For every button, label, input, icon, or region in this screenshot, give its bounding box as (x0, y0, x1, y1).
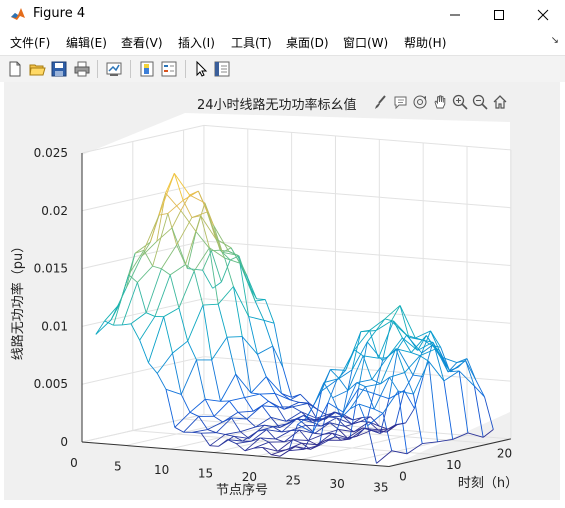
menu-help[interactable]: 帮助(H) (404, 34, 446, 51)
figure-toolbar (0, 55, 565, 82)
link-plot-icon[interactable] (105, 60, 123, 78)
edit-plot-arrow-icon[interactable] (192, 60, 210, 78)
menu-edit[interactable]: 编辑(E) (66, 34, 107, 51)
data-tips-icon[interactable] (392, 94, 408, 110)
zoom-in-icon[interactable] (452, 94, 468, 110)
menu-view[interactable]: 查看(V) (121, 34, 163, 51)
toolbar-separator (130, 60, 131, 78)
menu-file[interactable]: 文件(F) (10, 34, 50, 51)
matlab-logo-icon (10, 6, 26, 22)
maximize-button[interactable] (477, 0, 521, 29)
print-icon[interactable] (73, 60, 91, 78)
rotate-3d-icon[interactable] (412, 94, 428, 110)
zoom-out-icon[interactable] (472, 94, 488, 110)
menu-tools[interactable]: 工具(T) (231, 34, 272, 51)
chart-title: 24小时线路无功功率标幺值 (197, 98, 357, 113)
window-bottom-edge (0, 500, 565, 508)
window-title: Figure 4 (33, 6, 86, 21)
menu-insert[interactable]: 插入(I) (178, 34, 215, 51)
toolbar-separator (97, 60, 98, 78)
open-file-icon[interactable] (28, 60, 46, 78)
menu-overflow-arrow[interactable]: ↘ (551, 35, 559, 46)
minimize-button[interactable] (433, 0, 477, 29)
minimize-icon (450, 14, 460, 15)
home-icon[interactable] (492, 94, 508, 110)
menu-desktop[interactable]: 桌面(D) (286, 34, 329, 51)
figure-canvas (4, 82, 560, 500)
save-icon[interactable] (50, 60, 68, 78)
maximize-icon (494, 9, 504, 20)
menu-bar: 文件(F) 编辑(E) 查看(V) 插入(I) 工具(T) 桌面(D) 窗口(W… (0, 30, 565, 52)
title-bar: Figure 4 (0, 0, 565, 29)
close-icon (537, 9, 549, 20)
new-figure-icon[interactable] (6, 60, 24, 78)
brush-icon[interactable] (372, 94, 388, 110)
property-inspector-icon[interactable] (213, 60, 231, 78)
pan-icon[interactable] (432, 94, 448, 110)
toolbar-separator (185, 60, 186, 78)
menu-window[interactable]: 窗口(W) (343, 34, 388, 51)
close-button[interactable] (521, 0, 565, 29)
insert-colorbar-icon[interactable] (138, 60, 156, 78)
insert-legend-icon[interactable] (160, 60, 178, 78)
